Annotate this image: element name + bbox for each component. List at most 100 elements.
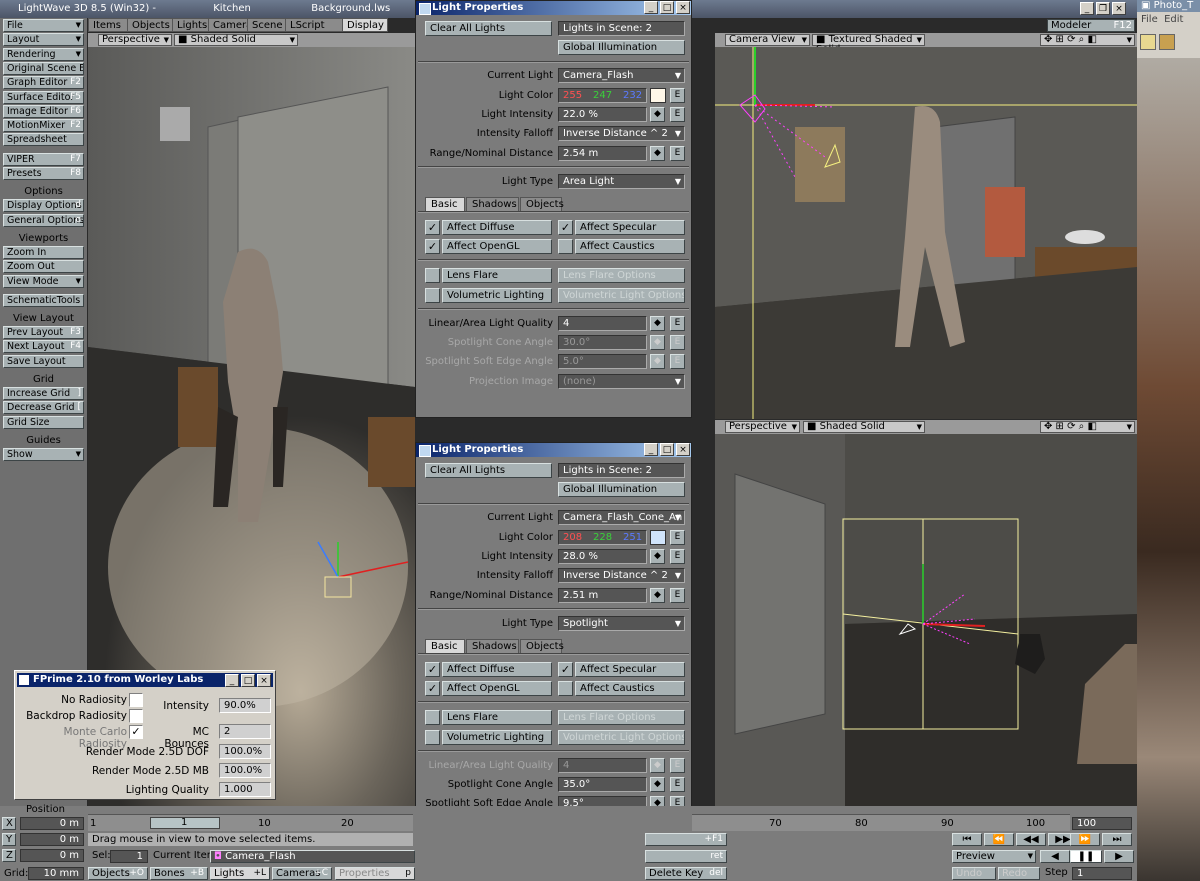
envelope-e-button[interactable]: E xyxy=(670,588,685,603)
affect-specular-button[interactable]: Affect Specular xyxy=(575,662,685,677)
color-green-value[interactable]: 228 xyxy=(593,531,612,544)
tab-basic[interactable]: Basic xyxy=(425,639,465,653)
toolbar-button-view-mode[interactable]: View Mode xyxy=(3,274,84,288)
quality-field[interactable]: 4 xyxy=(558,758,647,773)
light-color-field[interactable]: 255 247 232 xyxy=(558,88,647,103)
left-viewport-view-select[interactable]: Perspective xyxy=(98,34,172,46)
cameras-mode-button[interactable]: Cameras +C xyxy=(272,867,332,880)
arrows-icon[interactable]: ◆ xyxy=(650,316,665,331)
arrows-icon[interactable]: ◆ xyxy=(650,354,665,369)
envelope-e-button[interactable]: E xyxy=(670,316,685,331)
toolbar-button-spreadsheet[interactable]: Spreadsheet xyxy=(3,133,84,147)
envelope-e-button[interactable]: E xyxy=(670,354,685,369)
arrows-icon[interactable]: ◆ xyxy=(650,549,665,564)
color-blue-value[interactable]: 232 xyxy=(623,89,642,102)
lights-mode-button[interactable]: Lights +L xyxy=(210,867,270,880)
timeline-slider[interactable]: 1 xyxy=(150,817,220,829)
volumetric-lighting-button[interactable]: Volumetric Lighting xyxy=(442,730,552,745)
mc-bounces-field[interactable]: 2 xyxy=(219,724,271,739)
lens-flare-button[interactable]: Lens Flare xyxy=(442,268,552,283)
ret-button[interactable]: ret xyxy=(645,850,727,863)
maximize-icon[interactable]: □ xyxy=(660,443,674,456)
objects-mode-button[interactable]: Objects +O xyxy=(88,867,148,880)
toolbar-button-general-options[interactable]: General Options o xyxy=(3,213,84,227)
projection-image-select[interactable]: (none) xyxy=(558,374,685,389)
rewind-icon[interactable]: ⏪ xyxy=(984,833,1014,846)
affect-opengl-checkbox[interactable]: ✓ xyxy=(425,681,440,696)
toolbar-button-image-editor[interactable]: Image Editor F6 xyxy=(3,104,84,118)
menu-file[interactable]: File xyxy=(1141,14,1158,25)
affect-diffuse-checkbox[interactable]: ✓ xyxy=(425,662,440,677)
volumetric-light-options-button[interactable]: Volumetric Light Options xyxy=(558,730,685,745)
toolbar-button-next-layout[interactable]: Next Layout F4 xyxy=(3,340,84,354)
current-light-select[interactable]: Camera_Flash xyxy=(558,68,685,83)
toolbar-button-increase-grid[interactable]: Increase Grid] xyxy=(3,387,84,400)
color-blue-value[interactable]: 251 xyxy=(623,531,642,544)
position-x-field[interactable]: 0 m xyxy=(20,817,84,830)
close-icon[interactable]: × xyxy=(257,674,271,687)
toolbar-button-presets[interactable]: Presets F8 xyxy=(3,167,84,180)
affect-caustics-button[interactable]: Affect Caustics xyxy=(575,681,685,696)
minimize-icon[interactable]: _ xyxy=(225,674,239,687)
lens-flare-options-button[interactable]: Lens Flare Options xyxy=(558,710,685,725)
perspective-viewport-mode-select[interactable]: ■ Shaded Solid xyxy=(803,421,925,433)
left-viewport-mode-select[interactable]: ■ Shaded Solid xyxy=(174,34,298,46)
folder-icon[interactable] xyxy=(1159,34,1175,50)
step-back-icon[interactable]: ◀◀ xyxy=(1016,833,1046,846)
perspective-viewport-view-select[interactable]: Perspective xyxy=(725,421,800,433)
camera-viewport[interactable]: Camera View ■ Textured Shaded Solid ✥ ⊞ … xyxy=(715,33,1137,419)
close-icon[interactable]: × xyxy=(676,443,690,456)
clear-all-lights-button[interactable]: Clear All Lights xyxy=(425,463,552,478)
toolbar-button-viper[interactable]: VIPER F7 xyxy=(3,152,84,166)
tab-scene[interactable]: Scene xyxy=(247,18,286,32)
mc-radiosity-checkbox[interactable]: ✓ xyxy=(129,725,143,739)
affect-opengl-checkbox[interactable]: ✓ xyxy=(425,239,440,254)
global-illumination-button[interactable]: Global Illumination xyxy=(558,482,685,497)
tab-objects[interactable]: Objects xyxy=(127,18,173,32)
intensity-field[interactable]: 90.0% xyxy=(219,698,271,713)
modeler-button[interactable]: Modeler F12 xyxy=(1047,19,1135,32)
tab-display[interactable]: Display xyxy=(342,18,388,32)
x-axis-toggle[interactable]: X xyxy=(2,817,16,830)
toolbar-button-zoom-in[interactable]: Zoom In xyxy=(3,245,84,259)
redo-button[interactable]: Redo xyxy=(998,867,1040,880)
color-swatch[interactable] xyxy=(650,530,666,545)
cone-angle-field[interactable]: 35.0° xyxy=(558,777,647,792)
affect-opengl-button[interactable]: Affect OpenGL xyxy=(442,681,552,696)
clear-all-lights-button[interactable]: Clear All Lights xyxy=(425,21,552,36)
volumetric-light-options-button[interactable]: Volumetric Light Options xyxy=(558,288,685,303)
arrows-icon[interactable]: ◆ xyxy=(650,335,665,350)
global-illumination-button[interactable]: Global Illumination xyxy=(558,40,685,55)
camera-viewport-nav-icons[interactable]: ✥ ⊞ ⟳ ⌕ ◧ xyxy=(1040,34,1135,46)
delete-key-button[interactable]: Delete Key del xyxy=(645,867,727,880)
affect-caustics-button[interactable]: Affect Caustics xyxy=(575,239,685,254)
envelope-e-button[interactable]: E xyxy=(670,549,685,564)
play-reverse-icon[interactable]: ◀ xyxy=(1040,850,1070,863)
affect-diffuse-button[interactable]: Affect Diffuse xyxy=(442,662,552,677)
toolbar-button-motionmixer[interactable]: MotionMixer F2 xyxy=(3,119,84,133)
affect-caustics-checkbox[interactable] xyxy=(558,681,573,696)
envelope-e-button[interactable]: E xyxy=(670,777,685,792)
tab-lights[interactable]: Lights xyxy=(172,18,209,32)
light-type-select[interactable]: Area Light xyxy=(558,174,685,189)
envelope-e-button[interactable]: E xyxy=(670,335,685,350)
toolbar-button-file[interactable]: File xyxy=(3,19,84,32)
z-axis-toggle[interactable]: Z xyxy=(2,849,16,862)
undo-button[interactable]: Undo xyxy=(952,867,996,880)
arrows-icon[interactable]: ◆ xyxy=(650,588,665,603)
preview-select[interactable]: Preview xyxy=(952,850,1036,863)
f1-button[interactable]: +F1 xyxy=(645,833,727,846)
perspective-viewport-nav-icons[interactable]: ✥ ⊞ ⟳ ⌕ ◧ xyxy=(1040,421,1135,433)
color-swatch[interactable] xyxy=(650,88,666,103)
envelope-e-button[interactable]: E xyxy=(670,530,685,545)
volumetric-lighting-checkbox[interactable] xyxy=(425,730,440,745)
toolbar-button-surface-editor[interactable]: Surface Editor F5 xyxy=(3,90,84,104)
toolbar-button-decrease-grid[interactable]: Decrease Grid[ xyxy=(3,401,84,415)
affect-caustics-checkbox[interactable] xyxy=(558,239,573,254)
camera-viewport-mode-select[interactable]: ■ Textured Shaded Solid xyxy=(812,34,925,55)
timeline-left[interactable]: 1 1 10 20 xyxy=(88,814,413,831)
light-type-select[interactable]: Spotlight xyxy=(558,616,685,631)
arrows-icon[interactable]: ◆ xyxy=(650,777,665,792)
fprime-window[interactable]: FPrime 2.10 from Worley Labs _ □ × No Ra… xyxy=(14,670,276,800)
affect-diffuse-checkbox[interactable]: ✓ xyxy=(425,220,440,235)
